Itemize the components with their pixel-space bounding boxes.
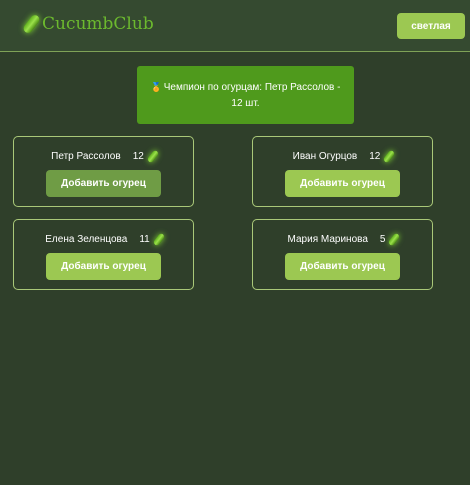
player-name: Елена Зеленцова: [45, 234, 128, 245]
player-name: Мария Маринова: [287, 234, 368, 245]
player-card: Иван Огурцов 12 Добавить огурец: [252, 136, 433, 207]
player-card: Мария Маринова 5 Добавить огурец: [252, 219, 433, 290]
cucumber-icon: [146, 149, 160, 164]
cucumber-count: 12: [132, 151, 144, 162]
player-name: Петр Рассолов: [51, 151, 121, 162]
app-header: CucumbClub светлая: [0, 0, 470, 52]
theme-toggle-button[interactable]: светлая: [397, 13, 465, 39]
medal-icon: 🏅: [150, 82, 162, 92]
cucumber-icon: [21, 13, 42, 35]
champion-text: Чемпион по огурцам: Петр Рассолов - 12 ш…: [163, 82, 341, 109]
cucumber-count: 12: [369, 151, 381, 162]
cucumber-count: 11: [139, 234, 150, 245]
cucumber-count: 5: [379, 234, 386, 245]
add-cucumber-button[interactable]: Добавить огурец: [285, 253, 400, 280]
player-card: Елена Зеленцова 11 Добавить огурец: [13, 219, 194, 290]
add-cucumber-button[interactable]: Добавить огурец: [46, 170, 161, 197]
player-card: Петр Рассолов 12 Добавить огурец: [13, 136, 194, 207]
player-name: Иван Огурцов: [292, 151, 358, 162]
app-title: CucumbClub: [42, 14, 154, 34]
cucumber-icon: [152, 232, 166, 247]
champion-banner: 🏅 Чемпион по огурцам: Петр Рассолов - 12 …: [137, 66, 354, 124]
add-cucumber-button[interactable]: Добавить огурец: [46, 253, 161, 280]
cucumber-icon: [383, 149, 396, 164]
add-cucumber-button[interactable]: Добавить огурец: [285, 170, 400, 197]
cucumber-icon: [388, 232, 401, 247]
app-logo: CucumbClub: [21, 13, 154, 35]
